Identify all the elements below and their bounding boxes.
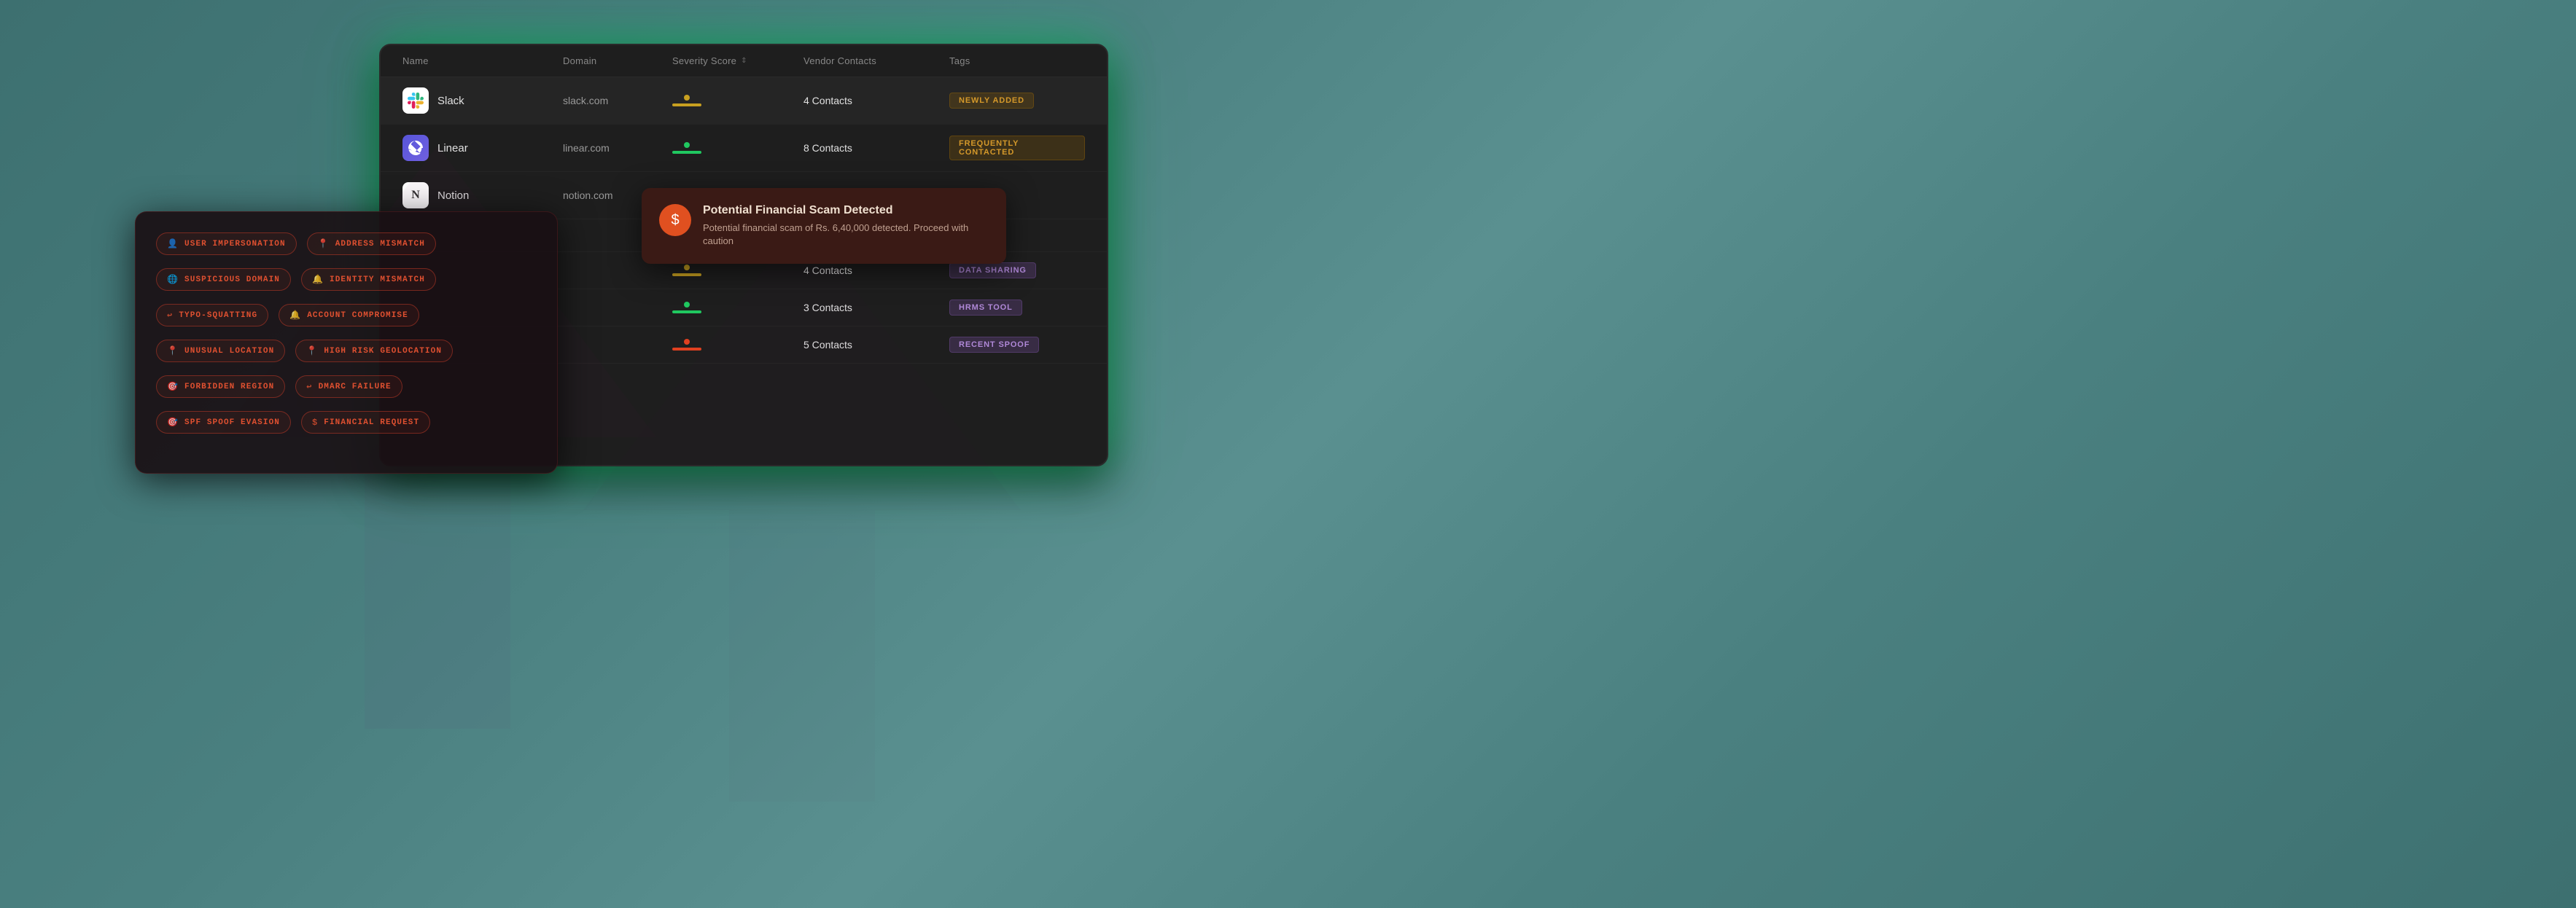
tags-row5: DATA SHARING bbox=[949, 262, 1085, 278]
table-header: Name Domain Severity Score ⇕ Vendor Cont… bbox=[381, 45, 1107, 77]
location-pin-icon: 📍 bbox=[167, 345, 179, 356]
vendor-name-notion: Notion bbox=[437, 189, 469, 202]
tag-frequently-contacted: FREQUENTLY CONTACTED bbox=[949, 136, 1085, 160]
tags-row-5: 🎯 FORBIDDEN REGION ↩ DMARC FAILURE bbox=[156, 375, 537, 398]
risk-tag-label: DMARC FAILURE bbox=[319, 383, 392, 391]
vendor-name-cell: Slack bbox=[402, 87, 563, 114]
notification-body: Potential financial scam of Rs. 6,40,000… bbox=[703, 222, 989, 248]
notification-icon: $ bbox=[659, 204, 691, 236]
location-icon: 📍 bbox=[318, 238, 330, 249]
risk-tag-identity-mismatch[interactable]: 🔔 IDENTITY MISMATCH bbox=[301, 268, 436, 291]
risk-tag-financial-request[interactable]: $ FINANCIAL REQUEST bbox=[301, 411, 430, 434]
risk-tag-label: SUSPICIOUS DOMAIN bbox=[184, 275, 280, 284]
table-row[interactable]: Linear linear.com 8 Contacts FREQUENTLY … bbox=[381, 125, 1107, 172]
contacts-linear: 8 Contacts bbox=[803, 142, 949, 154]
tags-row7: RECENT SPOOF bbox=[949, 337, 1085, 353]
vendor-name-cell: Linear bbox=[402, 135, 563, 161]
vendor-name-linear: Linear bbox=[437, 142, 468, 154]
linear-icon bbox=[402, 135, 429, 161]
geo-icon: 📍 bbox=[306, 345, 318, 356]
table-row[interactable]: Slack slack.com 4 Contacts NEWLY ADDED bbox=[381, 77, 1107, 125]
vendor-name-slack: Slack bbox=[437, 95, 464, 107]
risk-tag-dmarc-failure[interactable]: ↩ DMARC FAILURE bbox=[295, 375, 402, 398]
contacts-row5: 4 Contacts bbox=[803, 265, 949, 276]
compromise-icon: 🔔 bbox=[289, 310, 301, 321]
risk-tag-label: IDENTITY MISMATCH bbox=[330, 275, 425, 284]
risk-tag-high-risk-geolocation[interactable]: 📍 HIGH RISK GEOLOCATION bbox=[295, 340, 453, 362]
tag-data-sharing: DATA SHARING bbox=[949, 262, 1036, 278]
tags-row6: HRMS TOOL bbox=[949, 300, 1085, 316]
risk-tag-label: SPF SPOOF EVASION bbox=[184, 418, 280, 427]
col-header-name: Name bbox=[402, 55, 563, 66]
notification-title: Potential Financial Scam Detected bbox=[703, 204, 989, 217]
risk-tag-typo-squatting[interactable]: ↩ TYPO-SQUATTING bbox=[156, 304, 268, 326]
typo-icon: ↩ bbox=[167, 310, 173, 321]
notion-icon: N bbox=[402, 182, 429, 208]
risk-tag-label: FINANCIAL REQUEST bbox=[324, 418, 419, 427]
risk-tag-label: FORBIDDEN REGION bbox=[184, 383, 274, 391]
slack-icon bbox=[402, 87, 429, 114]
risk-tag-address-mismatch[interactable]: 📍 ADDRESS MISMATCH bbox=[307, 232, 436, 255]
financial-icon: $ bbox=[312, 418, 318, 428]
col-header-severity[interactable]: Severity Score ⇕ bbox=[672, 55, 803, 66]
risk-tag-label: HIGH RISK GEOLOCATION bbox=[324, 347, 442, 356]
globe-icon: 🌐 bbox=[167, 274, 179, 285]
severity-row6 bbox=[672, 302, 803, 313]
tag-hrms-tool: HRMS TOOL bbox=[949, 300, 1022, 316]
tags-row-4: 📍 UNUSUAL LOCATION 📍 HIGH RISK GEOLOCATI… bbox=[156, 340, 537, 362]
risk-tags-panel: 👤 USER IMPERSONATION 📍 ADDRESS MISMATCH … bbox=[135, 211, 558, 474]
tags-slack: NEWLY ADDED bbox=[949, 93, 1085, 109]
contacts-slack: 4 Contacts bbox=[803, 95, 949, 106]
risk-tag-user-impersonation[interactable]: 👤 USER IMPERSONATION bbox=[156, 232, 297, 255]
domain-slack: slack.com bbox=[563, 95, 672, 106]
dmarc-icon: ↩ bbox=[306, 381, 312, 392]
forbidden-icon: 🎯 bbox=[167, 381, 179, 392]
notification-content: Potential Financial Scam Detected Potent… bbox=[703, 204, 989, 248]
risk-tag-spf-spoof-evasion[interactable]: 🎯 SPF SPOOF EVASION bbox=[156, 411, 291, 434]
col-header-domain: Domain bbox=[563, 55, 672, 66]
user-icon: 👤 bbox=[167, 238, 179, 249]
severity-label: Severity Score bbox=[672, 55, 736, 66]
spf-icon: 🎯 bbox=[167, 417, 179, 428]
notification-card: $ Potential Financial Scam Detected Pote… bbox=[642, 188, 1006, 264]
risk-tag-label: ADDRESS MISMATCH bbox=[335, 240, 425, 248]
col-header-contacts: Vendor Contacts bbox=[803, 55, 949, 66]
severity-slack bbox=[672, 95, 803, 106]
sort-icon: ⇕ bbox=[741, 57, 747, 65]
severity-linear bbox=[672, 142, 803, 154]
dollar-sign-icon: $ bbox=[671, 212, 679, 229]
severity-row7 bbox=[672, 339, 803, 351]
bell-icon: 🔔 bbox=[312, 274, 324, 285]
vendor-name-cell: N Notion bbox=[402, 182, 563, 208]
tags-linear: FREQUENTLY CONTACTED bbox=[949, 136, 1085, 160]
severity-row5 bbox=[672, 265, 803, 276]
tags-row-6: 🎯 SPF SPOOF EVASION $ FINANCIAL REQUEST bbox=[156, 411, 537, 434]
tags-row-1: 👤 USER IMPERSONATION 📍 ADDRESS MISMATCH bbox=[156, 232, 537, 255]
risk-tag-account-compromise[interactable]: 🔔 ACCOUNT COMPROMISE bbox=[279, 304, 419, 326]
tag-recent-spoof: RECENT SPOOF bbox=[949, 337, 1039, 353]
tags-row-3: ↩ TYPO-SQUATTING 🔔 ACCOUNT COMPROMISE bbox=[156, 304, 537, 326]
tags-row-2: 🌐 SUSPICIOUS DOMAIN 🔔 IDENTITY MISMATCH bbox=[156, 268, 537, 291]
col-header-tags: Tags bbox=[949, 55, 1085, 66]
risk-tag-label: ACCOUNT COMPROMISE bbox=[307, 311, 408, 320]
risk-tag-label: USER IMPERSONATION bbox=[184, 240, 286, 248]
risk-tag-unusual-location[interactable]: 📍 UNUSUAL LOCATION bbox=[156, 340, 285, 362]
risk-tag-label: TYPO-SQUATTING bbox=[179, 311, 257, 320]
risk-tag-suspicious-domain[interactable]: 🌐 SUSPICIOUS DOMAIN bbox=[156, 268, 291, 291]
tag-newly-added: NEWLY ADDED bbox=[949, 93, 1034, 109]
domain-linear: linear.com bbox=[563, 142, 672, 154]
risk-tag-label: UNUSUAL LOCATION bbox=[184, 347, 274, 356]
contacts-row6: 3 Contacts bbox=[803, 302, 949, 313]
contacts-row7: 5 Contacts bbox=[803, 339, 949, 351]
risk-tag-forbidden-region[interactable]: 🎯 FORBIDDEN REGION bbox=[156, 375, 285, 398]
